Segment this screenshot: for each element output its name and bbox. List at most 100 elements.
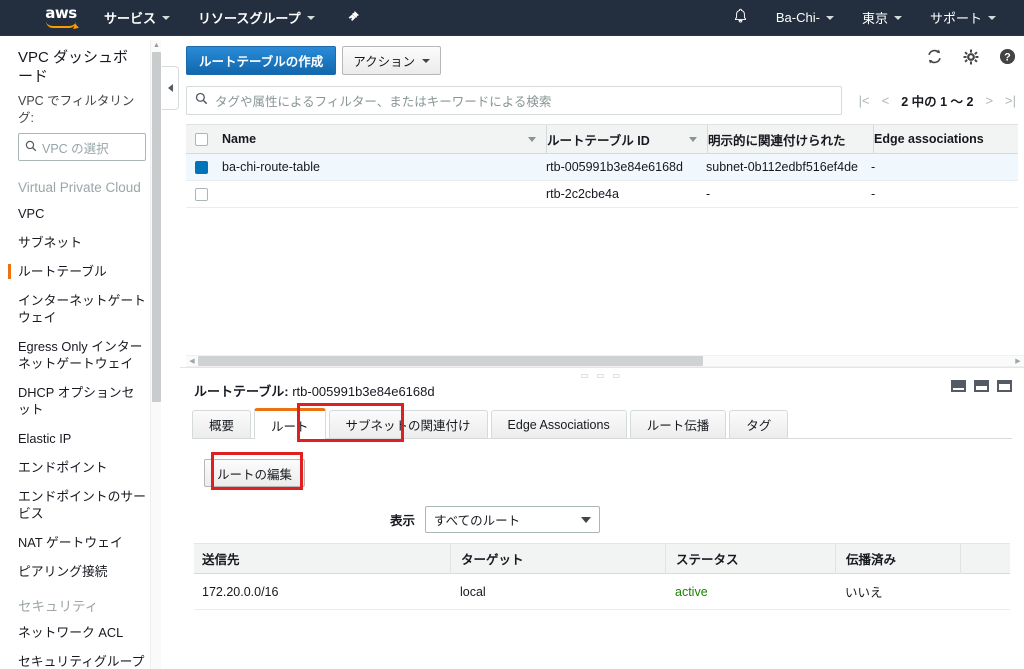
column-header-explicit-association[interactable]: 明示的に関連付けられた xyxy=(708,130,873,149)
display-filter-select[interactable]: すべてのルート xyxy=(425,506,601,533)
svg-text:?: ? xyxy=(1004,52,1011,64)
detail-title-label: ルートテーブル: xyxy=(194,384,289,399)
sidebar-scrollbar-thumb[interactable] xyxy=(152,52,161,402)
sidebar-group-vpc: Virtual Private Cloud xyxy=(18,180,141,195)
cell-edge-associations: - xyxy=(871,187,876,201)
pagination: |< < 2 中の 1 〜 2 > >| xyxy=(859,91,1018,110)
sidebar-item-security-groups[interactable]: セキュリティグループ xyxy=(18,653,146,669)
search-icon xyxy=(25,140,37,155)
table-header-row: Name ルートテーブル ID 明示的に関連付けられた Edge associa… xyxy=(186,124,1021,154)
scroll-left-icon[interactable]: ◀ xyxy=(186,357,198,365)
row-checkbox[interactable] xyxy=(194,187,208,201)
chevron-down-icon xyxy=(581,516,592,523)
sidebar-scrollbar[interactable]: ▲ xyxy=(150,40,161,669)
cell-explicit-association: - xyxy=(706,187,711,201)
routes-header-row: 送信先 ターゲット ステータス 伝播済み xyxy=(194,543,1010,574)
pane-medium-icon[interactable] xyxy=(974,380,989,392)
sidebar-dashboard-title[interactable]: VPC ダッシュボード xyxy=(18,48,140,86)
gear-icon[interactable] xyxy=(963,49,979,65)
cell-route-table-id: rtb-005991b3e84e6168d xyxy=(546,160,683,174)
sidebar-item-network-acls[interactable]: ネットワーク ACL xyxy=(18,624,146,641)
table-scrollbar-thumb[interactable] xyxy=(198,356,703,366)
table-row[interactable]: rtb-2c2cbe4a - - xyxy=(186,181,1018,208)
edit-routes-button[interactable]: ルートの編集 xyxy=(204,459,306,487)
tab-route-propagation[interactable]: ルート伝播 xyxy=(629,410,727,438)
chevron-down-icon xyxy=(162,15,171,20)
sidebar-item-endpoints[interactable]: エンドポイント xyxy=(18,459,146,476)
sidebar-item-vpc[interactable]: VPC xyxy=(18,205,146,222)
sidebar-item-subnets[interactable]: サブネット xyxy=(18,234,146,251)
nav-services[interactable]: サービス xyxy=(90,0,184,36)
chevron-down-icon xyxy=(893,15,902,20)
tab-tags[interactable]: タグ xyxy=(729,410,789,438)
column-header-name[interactable]: Name xyxy=(216,132,546,146)
table-row[interactable]: ba-chi-route-table rtb-005991b3e84e6168d… xyxy=(186,154,1018,181)
sidebar-item-elastic-ips[interactable]: Elastic IP xyxy=(18,430,146,447)
actions-button[interactable]: アクション xyxy=(342,46,442,75)
bell-icon[interactable] xyxy=(719,8,762,27)
chevron-down-icon xyxy=(988,15,996,20)
scroll-up-icon[interactable]: ▲ xyxy=(151,40,162,51)
tab-overview[interactable]: 概要 xyxy=(192,410,252,438)
create-route-table-button[interactable]: ルートテーブルの作成 xyxy=(186,46,337,75)
row-checkbox[interactable] xyxy=(194,160,208,174)
pane-small-icon[interactable] xyxy=(951,380,966,392)
last-page-icon[interactable]: >| xyxy=(1005,93,1016,108)
cell-route-table-id: rtb-2c2cbe4a xyxy=(546,187,619,201)
refresh-icon[interactable] xyxy=(926,48,943,65)
sidebar-item-peering-connections[interactable]: ピアリング接続 xyxy=(18,563,146,580)
select-all-checkbox-cell[interactable] xyxy=(186,132,216,146)
next-page-icon[interactable]: > xyxy=(985,93,993,108)
row-checkbox-cell[interactable] xyxy=(186,187,216,201)
tab-edge-associations[interactable]: Edge Associations xyxy=(490,410,627,438)
vpc-filter-select[interactable]: VPC の選択 xyxy=(18,133,146,161)
vpc-console-page: aws サービス リソースグループ Ba-Chi- 東京 サポート VPC ダッ… xyxy=(0,0,1024,669)
first-page-icon[interactable]: |< xyxy=(859,93,870,108)
aws-logo[interactable]: aws xyxy=(32,4,90,28)
column-header-route-table-id-label: ルートテーブル ID xyxy=(547,133,650,148)
aws-logo-text: aws xyxy=(45,4,77,22)
routes-cell-target: local xyxy=(460,584,486,599)
column-header-name-label: Name xyxy=(222,132,257,146)
nav-region-label: 東京 xyxy=(861,11,888,26)
select-all-checkbox[interactable] xyxy=(194,132,208,146)
scroll-right-icon[interactable]: ▶ xyxy=(1012,357,1024,365)
vpc-filter-placeholder: VPC の選択 xyxy=(42,141,109,156)
table-horizontal-scrollbar[interactable]: ◀ ▶ xyxy=(186,355,1024,367)
search-input[interactable]: タグや属性によるフィルター、またはキーワードによる検索 xyxy=(186,85,842,115)
column-header-edge-associations[interactable]: Edge associations xyxy=(874,132,1021,146)
sidebar-item-nat-gateways[interactable]: NAT ゲートウェイ xyxy=(18,534,146,551)
chevron-down-icon xyxy=(306,15,315,20)
nav-support-menu[interactable]: サポート xyxy=(916,0,1010,36)
route-tables-table: Name ルートテーブル ID 明示的に関連付けられた Edge associa… xyxy=(186,124,1018,208)
tab-subnet-associations[interactable]: サブネットの関連付け xyxy=(328,410,488,438)
sort-descending-icon xyxy=(528,136,536,142)
row-checkbox-cell[interactable] xyxy=(186,160,216,174)
tab-routes[interactable]: ルート xyxy=(254,408,326,439)
routes-cell-status: active xyxy=(675,584,708,599)
chevron-down-icon xyxy=(422,58,431,63)
sidebar-item-egress-only-igw[interactable]: Egress Only インターネットゲートウェイ xyxy=(18,338,146,372)
sidebar-collapse-button[interactable] xyxy=(162,66,179,110)
sidebar-item-dhcp-options-sets[interactable]: DHCP オプションセット xyxy=(18,384,146,418)
panel-resize-handle[interactable]: ▭ ▭ ▭ xyxy=(581,371,623,380)
nav-services-label: サービス xyxy=(104,11,157,26)
column-header-route-table-id[interactable]: ルートテーブル ID xyxy=(547,130,707,149)
search-input-placeholder: タグや属性によるフィルター、またはキーワードによる検索 xyxy=(215,94,552,109)
prev-page-icon[interactable]: < xyxy=(882,93,890,108)
pane-large-icon[interactable] xyxy=(997,380,1012,392)
sidebar-filter-label: VPC でフィルタリング: xyxy=(18,94,135,125)
routes-table-row[interactable]: 172.20.0.0/16 local active いいえ xyxy=(194,574,1010,610)
pagination-count: 2 中の 1 〜 2 xyxy=(901,94,974,109)
sidebar-item-internet-gateways[interactable]: インターネットゲートウェイ xyxy=(18,292,146,326)
nav-account-menu[interactable]: Ba-Chi- xyxy=(762,0,848,36)
sidebar-item-route-tables[interactable]: ルートテーブル xyxy=(8,263,146,280)
sidebar-item-endpoint-services[interactable]: エンドポイントのサービス xyxy=(18,488,146,522)
nav-region-menu[interactable]: 東京 xyxy=(848,0,916,36)
table-scrollbar-track[interactable] xyxy=(198,356,1012,366)
pin-icon[interactable] xyxy=(329,10,378,26)
search-row: タグや属性によるフィルター、またはキーワードによる検索 |< < 2 中の 1 … xyxy=(186,85,1018,115)
nav-account-label: Ba-Chi- xyxy=(775,10,820,25)
nav-resource-groups[interactable]: リソースグループ xyxy=(184,0,329,36)
help-icon[interactable]: ? xyxy=(999,48,1016,65)
